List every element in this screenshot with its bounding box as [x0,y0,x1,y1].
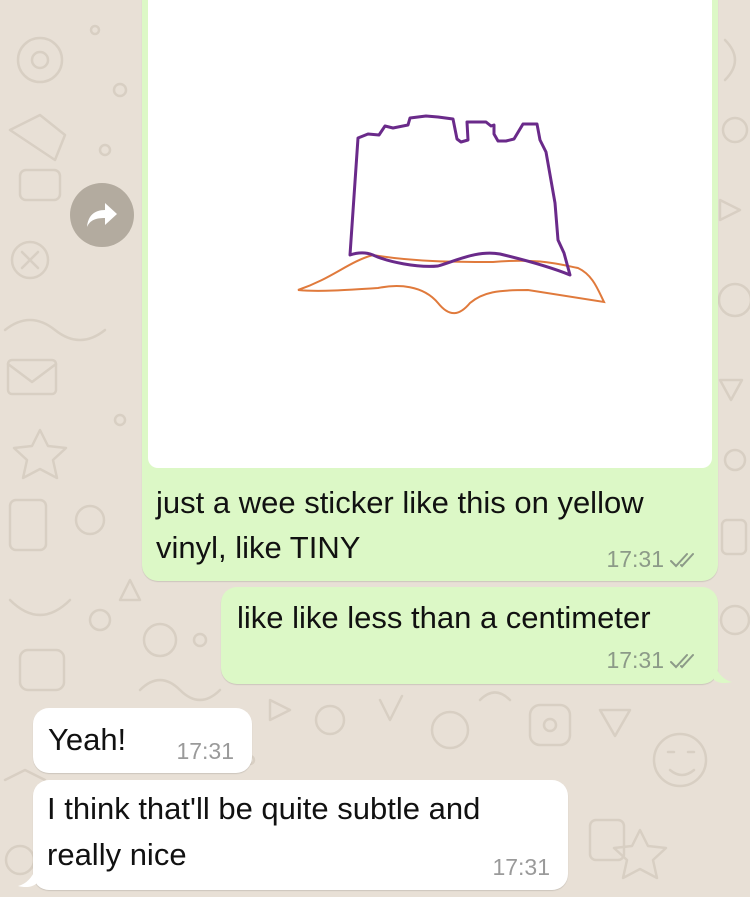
message-text-line1: I think that'll be quite subtle and [47,791,481,826]
message-meta: 17:31 [606,647,698,674]
message-text: Yeah! [48,722,127,757]
image-caption-line2: vinyl, like TINY [156,530,361,565]
message-meta: 17:31 [176,738,234,765]
message-text-outgoing[interactable]: like like less than a centimeter 17:31 [221,587,718,684]
message-meta: 17:31 [606,546,698,573]
bubble-tail [18,868,36,888]
forward-button[interactable] [70,183,134,247]
timestamp: 17:31 [606,546,664,572]
image-attachment[interactable] [148,0,712,468]
bubble-tail [714,664,732,684]
message-text: like like less than a centimeter [237,600,651,635]
message-meta: 17:31 [492,854,550,881]
message-image-outgoing[interactable]: just a wee sticker like this on yellow v… [142,0,718,581]
read-ticks-icon [670,552,694,567]
image-caption-line1: just a wee sticker like this on yellow [156,485,644,520]
timestamp: 17:31 [606,647,664,673]
message-text-line2: really nice [47,837,187,872]
read-ticks-icon [670,653,694,668]
timestamp: 17:31 [176,738,234,764]
message-text-incoming[interactable]: Yeah! 17:31 [33,708,252,773]
timestamp: 17:31 [492,854,550,880]
message-text-incoming[interactable]: I think that'll be quite subtle and real… [33,780,568,890]
forward-arrow-icon [87,203,117,227]
sandcastle-sticker-drawing [297,114,606,315]
